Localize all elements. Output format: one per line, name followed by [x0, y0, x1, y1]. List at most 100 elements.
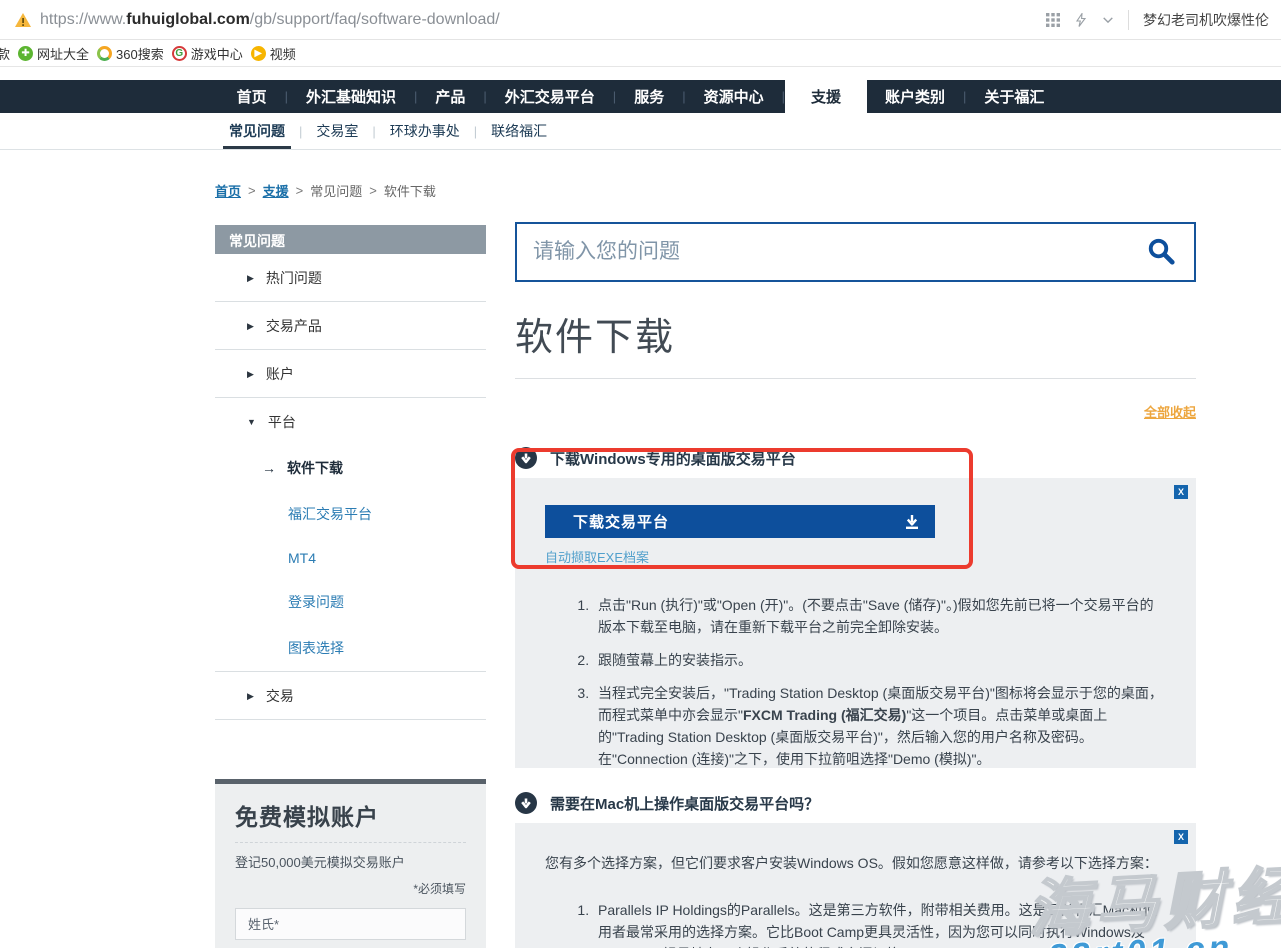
close-icon[interactable]: X	[1174, 485, 1188, 499]
sidebar-child-mt4[interactable]: MT4	[215, 537, 486, 579]
bookmark-site-nav[interactable]: ✚ 网址大全	[18, 44, 89, 63]
triangle-down-icon: ▼	[247, 417, 256, 427]
chevron-down-icon[interactable]	[1102, 14, 1114, 26]
apps-grid-icon[interactable]	[1046, 13, 1060, 27]
close-icon[interactable]: X	[1174, 830, 1188, 844]
sidebar-child-software-download-active[interactable]: → 软件下载	[215, 445, 486, 491]
bookmark-game-center[interactable]: G 游戏中心	[172, 44, 243, 63]
breadcrumb-faq: 常见问题	[310, 181, 362, 200]
section-windows-download-panel: X 下载交易平台 自动撷取EXE档案 点击"Run (执行)"或"Open (开…	[515, 478, 1196, 768]
bookmark-label: 360搜索	[116, 44, 164, 63]
install-step-3: 当程式完全安装后，"Trading Station Desktop (桌面版交易…	[593, 682, 1166, 770]
sidebar-item-label: 热门问题	[266, 268, 322, 288]
bookmark-360-search[interactable]: 360搜索	[97, 44, 164, 63]
subnav-item-trading-room[interactable]: 交易室	[302, 113, 372, 149]
exe-download-link[interactable]: 自动撷取EXE档案	[545, 547, 649, 566]
circle-down-arrow-icon	[515, 792, 537, 814]
urlbar-right-controls: 梦幻老司机吹爆性伦	[1046, 10, 1271, 30]
breadcrumb-current: 软件下载	[384, 181, 436, 200]
sidebar-child-chart-options[interactable]: 图表选择	[215, 625, 486, 671]
sidebar-child-login-issues[interactable]: 登录问题	[215, 579, 486, 625]
section-heading: 下载Windows专用的桌面版交易平台	[550, 448, 796, 469]
video-icon: ▶	[251, 46, 266, 61]
install-step-2: 跟随萤幕上的安装指示。	[593, 649, 1166, 671]
sidebar-item-trading[interactable]: ▶ 交易	[215, 672, 486, 720]
bookmark-video[interactable]: ▶ 视频	[251, 44, 296, 63]
bookmark-clipped-label[interactable]: 款	[0, 44, 10, 63]
download-button-label: 下载交易平台	[573, 511, 669, 532]
sidebar-item-platform[interactable]: ▼ 平台	[215, 398, 486, 445]
support-subnav: 常见问题 | 交易室 | 环球办事处 | 联络福汇	[0, 113, 1281, 150]
breadcrumb-separator: >	[369, 183, 377, 198]
game-center-icon: G	[172, 46, 187, 61]
sidebar-item-label: 平台	[268, 412, 296, 432]
breadcrumb-support-link[interactable]: 支援	[263, 181, 289, 200]
search-icon	[1146, 236, 1176, 266]
faq-sidebar: 常见问题 ▶ 热门问题 ▶ 交易产品 ▶ 账户 ▼ 平台 → 软件下载 福汇交易…	[215, 225, 486, 720]
circle-down-arrow-icon	[515, 447, 537, 469]
required-note: *必须填写	[235, 880, 466, 897]
browser-right-caption: 梦幻老司机吹爆性伦	[1143, 10, 1271, 30]
subnav-item-contact[interactable]: 联络福汇	[477, 113, 561, 149]
page-title: 软件下载	[515, 306, 675, 361]
bookmark-label: 游戏中心	[191, 44, 243, 63]
nav-item-about-fxcm[interactable]: 关于福汇	[966, 80, 1062, 113]
nav-item-forex-basics[interactable]: 外汇基础知识	[288, 80, 414, 113]
sidebar-item-label: 交易产品	[266, 316, 322, 336]
section-mac-header[interactable]: 需要在Mac机上操作桌面版交易平台吗？	[515, 792, 819, 814]
triangle-right-icon: ▶	[247, 369, 254, 380]
triangle-right-icon: ▶	[247, 321, 254, 332]
mac-options-list: Parallels IP Holdings的Parallels。这是第三方软件，…	[545, 899, 1166, 948]
horizontal-divider	[515, 378, 1196, 379]
section-windows-download-header[interactable]: 下载Windows专用的桌面版交易平台	[515, 447, 796, 469]
section-heading: 需要在Mac机上操作桌面版交易平台吗？	[550, 793, 819, 814]
faq-search-box	[515, 222, 1196, 282]
page-root: https://www.fuhuiglobal.com/gb/support/f…	[0, 0, 1281, 948]
nav-item-resources[interactable]: 资源中心	[686, 80, 782, 113]
nav-item-products[interactable]: 产品	[417, 80, 483, 113]
sidebar-item-accounts[interactable]: ▶ 账户	[215, 350, 486, 398]
security-warning-icon[interactable]	[14, 12, 32, 28]
sidebar-child-label: 软件下载	[287, 458, 343, 478]
sidebar-item-trading-products[interactable]: ▶ 交易产品	[215, 302, 486, 350]
bookmark-label: 网址大全	[37, 44, 89, 63]
last-name-field[interactable]	[235, 908, 466, 940]
360-nav-icon: ✚	[18, 46, 33, 61]
mac-option-1: Parallels IP Holdings的Parallels。这是第三方软件，…	[593, 899, 1166, 948]
windows-install-steps: 点击"Run (执行)"或"Open (开)"。(不要点击"Save (储存)"…	[545, 594, 1166, 770]
sidebar-item-label: 交易	[266, 686, 294, 706]
sidebar-item-label: 账户	[266, 364, 294, 384]
browser-url-bar: https://www.fuhuiglobal.com/gb/support/f…	[0, 0, 1281, 40]
lightning-icon[interactable]	[1074, 13, 1088, 27]
sidebar-child-fxcm-platform[interactable]: 福汇交易平台	[215, 491, 486, 537]
dashed-divider	[235, 842, 466, 843]
toolbar-divider	[1128, 10, 1129, 30]
search-button[interactable]	[1144, 235, 1178, 269]
demo-account-title: 免费模拟账户	[235, 798, 466, 832]
demo-account-subtitle: 登记50,000美元模拟交易账户	[235, 852, 466, 871]
breadcrumb-home-link[interactable]: 首页	[215, 181, 241, 200]
mac-intro-text: 您有多个选择方案，但它们要求客户安装Windows OS。假如您愿意这样做，请参…	[545, 852, 1166, 874]
sidebar-header: 常见问题	[215, 225, 486, 254]
bookmark-label: 视频	[270, 44, 296, 63]
breadcrumb-separator: >	[296, 183, 304, 198]
arrow-right-icon: →	[262, 460, 276, 476]
nav-item-services[interactable]: 服务	[616, 80, 682, 113]
url-text[interactable]: https://www.fuhuiglobal.com/gb/support/f…	[40, 11, 500, 29]
collapse-all-link[interactable]: 全部收起	[1144, 405, 1196, 420]
download-platform-button[interactable]: 下载交易平台	[545, 505, 935, 538]
triangle-right-icon: ▶	[247, 273, 254, 284]
breadcrumb: 首页 > 支援 > 常见问题 > 软件下载	[215, 181, 436, 200]
nav-item-support-active[interactable]: 支援	[785, 80, 867, 113]
sidebar-group-platform: ▼ 平台 → 软件下载 福汇交易平台 MT4 登录问题 图表选择	[215, 398, 486, 672]
sidebar-item-hot-questions[interactable]: ▶ 热门问题	[215, 254, 486, 302]
bookmarks-bar: 款 ✚ 网址大全 360搜索 G 游戏中心 ▶ 视频	[0, 41, 1281, 67]
search-input[interactable]	[533, 240, 1144, 264]
nav-item-home[interactable]: 首页	[219, 80, 285, 113]
subnav-item-faq[interactable]: 常见问题	[215, 113, 299, 149]
section-mac-panel: X 您有多个选择方案，但它们要求客户安装Windows OS。假如您愿意这样做，…	[515, 823, 1196, 948]
nav-item-trading-platforms[interactable]: 外汇交易平台	[487, 80, 613, 113]
subnav-item-global-offices[interactable]: 环球办事处	[376, 113, 474, 149]
nav-item-account-types[interactable]: 账户类别	[867, 80, 963, 113]
breadcrumb-separator: >	[248, 183, 256, 198]
